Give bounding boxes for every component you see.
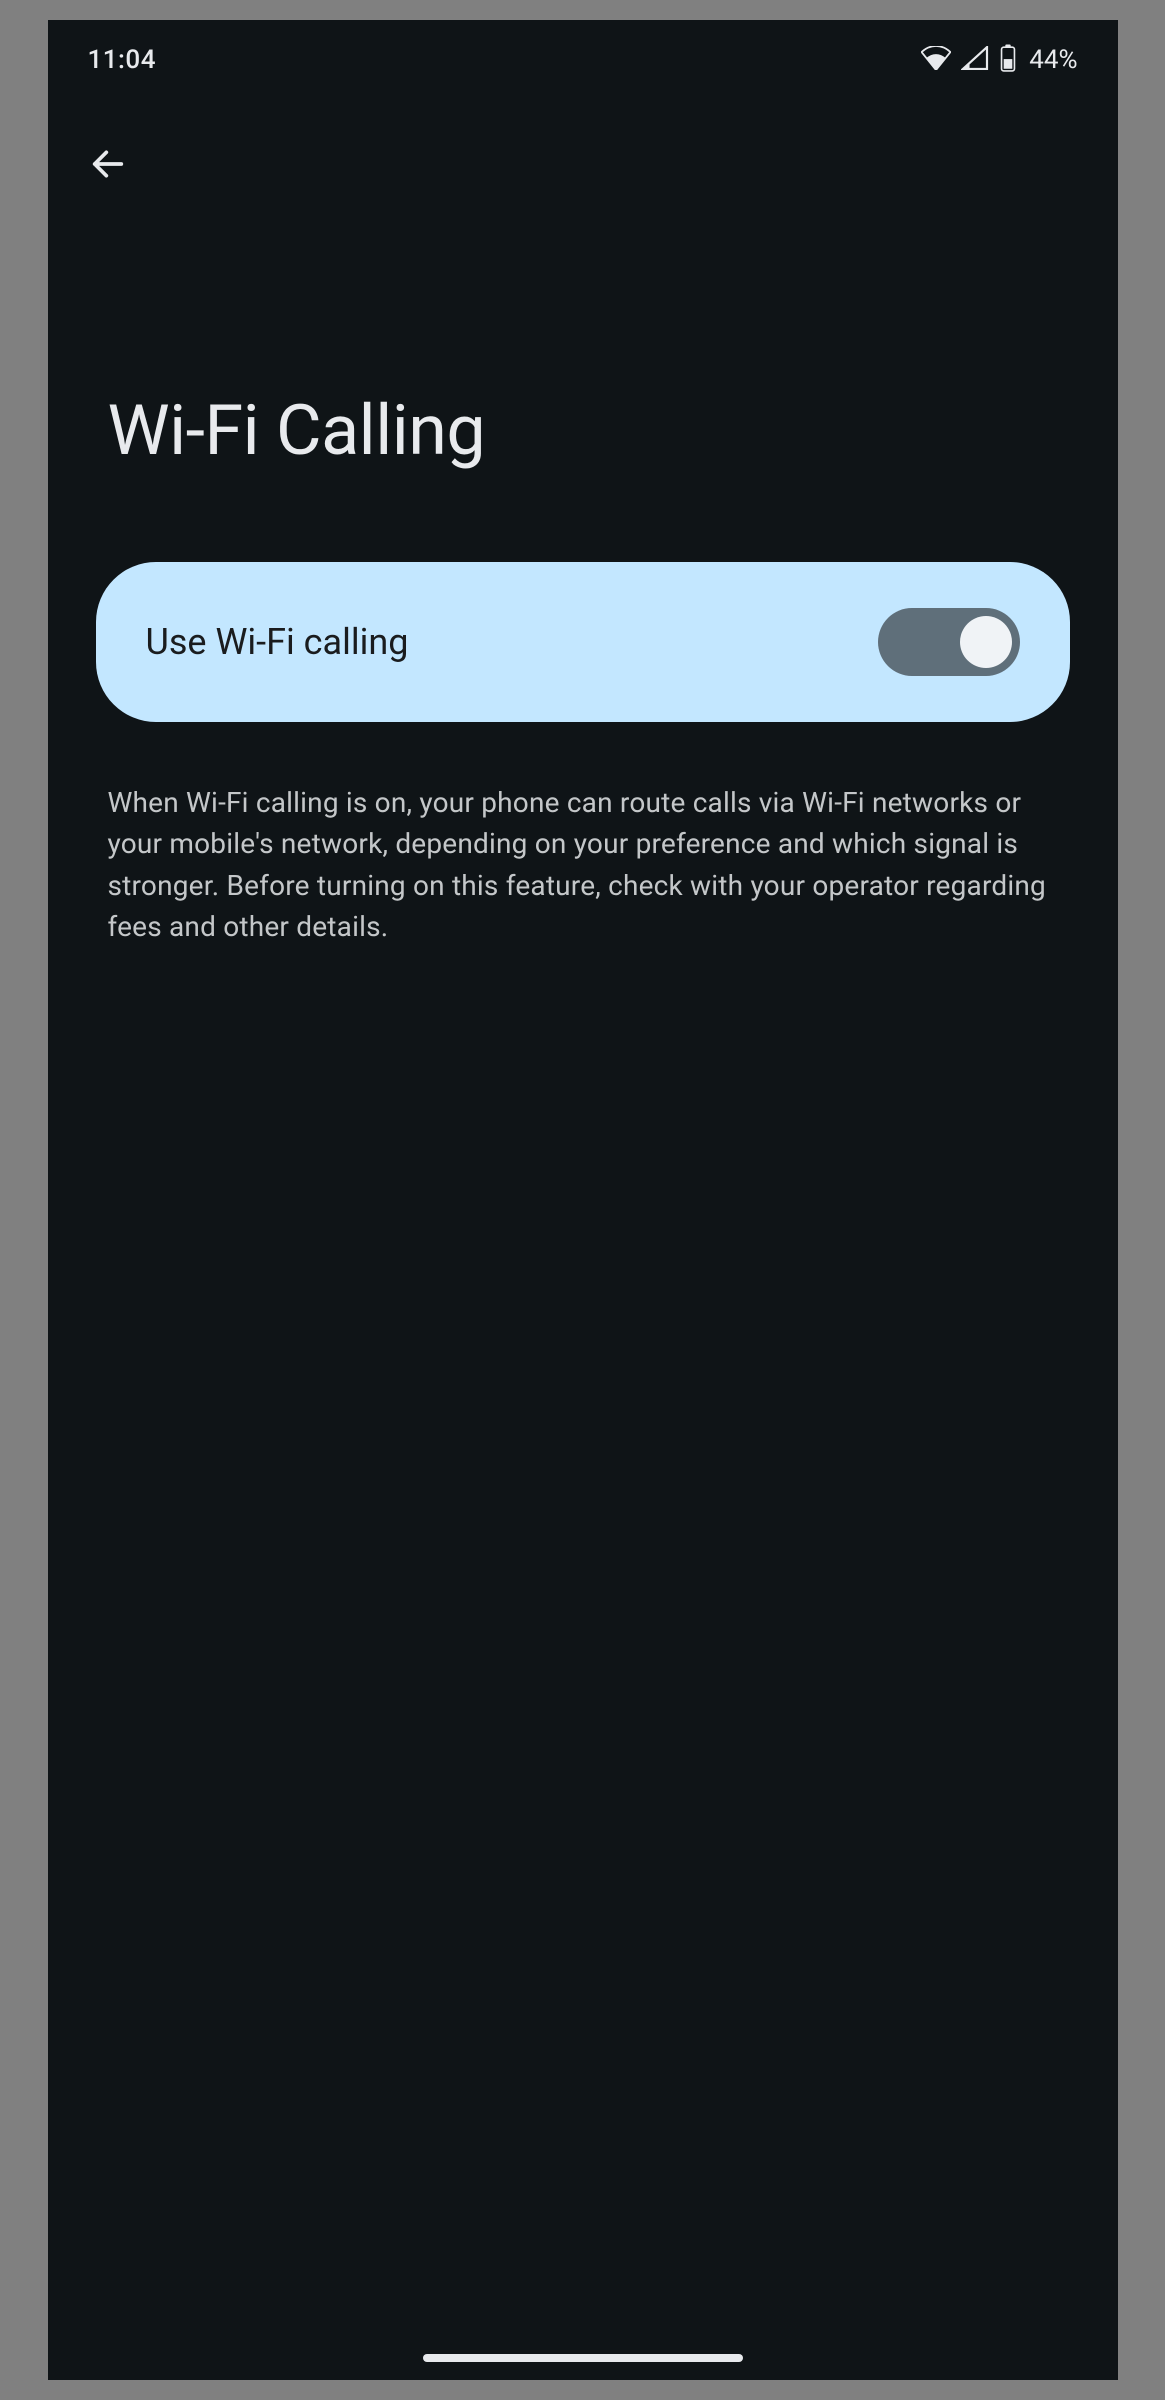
home-indicator[interactable] xyxy=(423,2354,743,2362)
description-text: When Wi-Fi calling is on, your phone can… xyxy=(48,722,1118,948)
arrow-left-icon xyxy=(88,144,128,187)
page-title: Wi-Fi Calling xyxy=(48,215,1118,562)
status-icons: 44% xyxy=(921,44,1077,76)
wifi-icon xyxy=(921,46,951,74)
battery-icon xyxy=(999,44,1017,76)
back-button[interactable] xyxy=(80,136,136,195)
toggle-label: Use Wi-Fi calling xyxy=(146,621,409,663)
wifi-calling-toggle-card[interactable]: Use Wi-Fi calling xyxy=(96,562,1070,722)
battery-percent: 44% xyxy=(1029,45,1077,75)
toggle-switch[interactable] xyxy=(878,608,1020,676)
status-bar: 11:04 44% xyxy=(48,20,1118,96)
nav-bar xyxy=(48,96,1118,215)
cellular-signal-icon xyxy=(961,46,989,74)
toggle-thumb xyxy=(960,616,1012,668)
status-time: 11:04 xyxy=(88,45,156,75)
phone-screen: 11:04 44% xyxy=(48,20,1118,2380)
